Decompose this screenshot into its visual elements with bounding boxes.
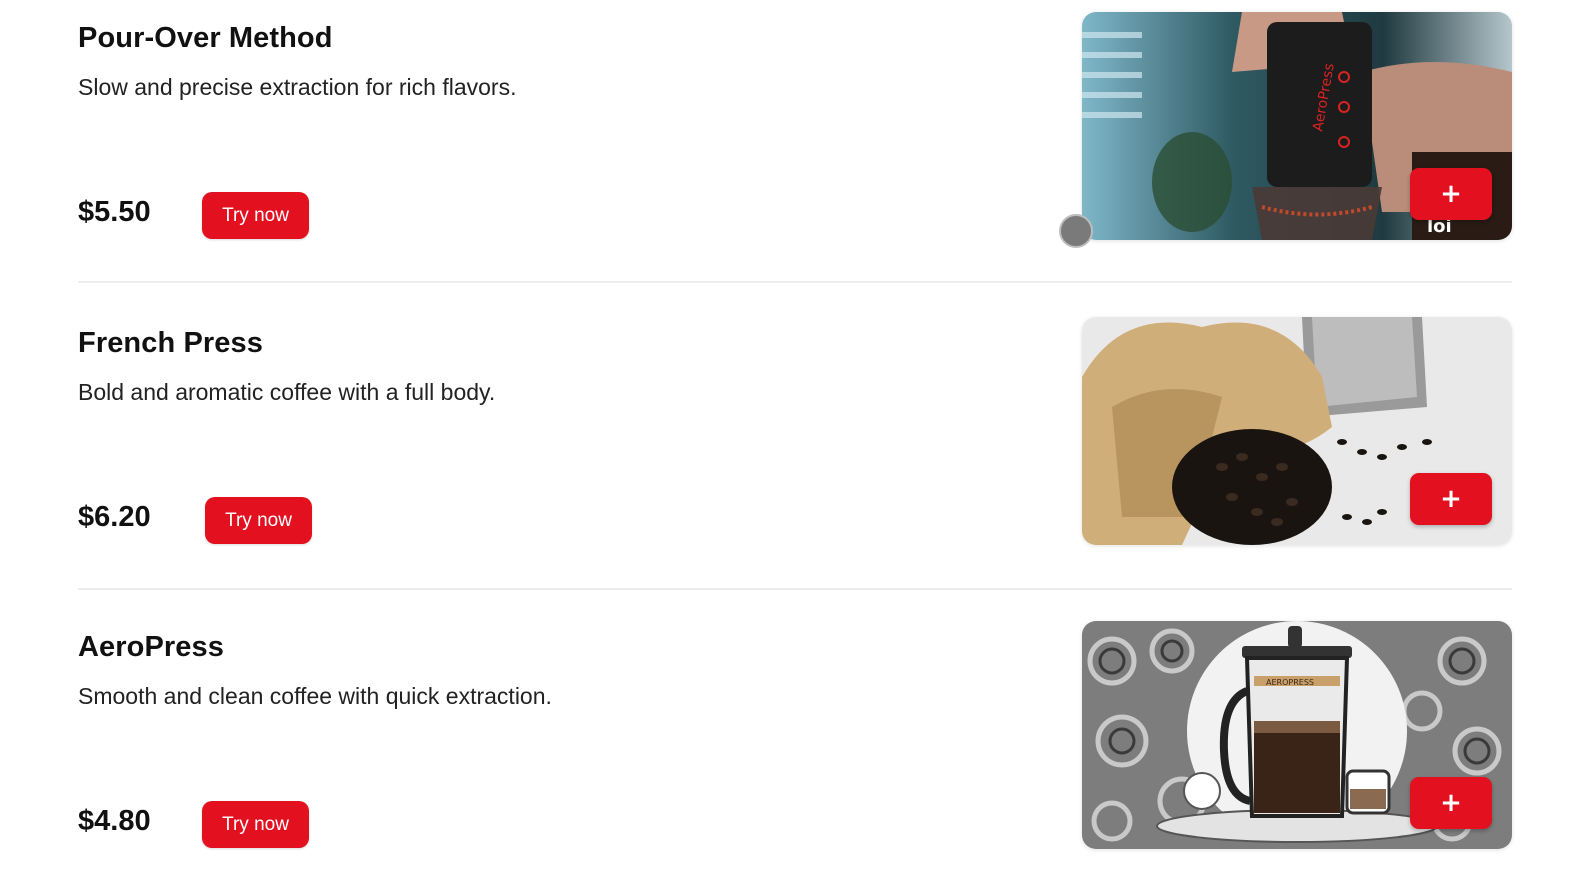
- item-description: Smooth and clean coffee with quick extra…: [78, 683, 552, 709]
- add-to-cart-button[interactable]: +: [1410, 473, 1492, 525]
- item-price: $5.50: [78, 196, 151, 228]
- menu-item: Pour-Over Method Slow and precise extrac…: [78, 12, 1512, 242]
- item-image: +: [1082, 317, 1512, 545]
- item-price: $6.20: [78, 501, 151, 533]
- svg-text:AEROPRESS: AEROPRESS: [1266, 678, 1314, 687]
- item-title: French Press: [78, 327, 263, 359]
- try-now-button[interactable]: Try now: [205, 497, 312, 544]
- item-title: Pour-Over Method: [78, 22, 333, 54]
- scroll-indicator[interactable]: [1059, 214, 1093, 248]
- divider: [78, 588, 1512, 590]
- item-description: Slow and precise extraction for rich fla…: [78, 74, 517, 100]
- add-to-cart-button[interactable]: +: [1410, 777, 1492, 829]
- divider: [78, 281, 1512, 283]
- try-now-button[interactable]: Try now: [202, 801, 309, 848]
- item-image: AeroPress loi +: [1082, 12, 1512, 240]
- add-to-cart-button[interactable]: +: [1410, 168, 1492, 220]
- item-price: $4.80: [78, 805, 151, 837]
- try-now-button[interactable]: Try now: [202, 192, 309, 239]
- coffee-menu-page: Pour-Over Method Slow and precise extrac…: [0, 0, 1591, 896]
- item-image: AEROPRESS +: [1082, 621, 1512, 849]
- item-description: Bold and aromatic coffee with a full bod…: [78, 379, 496, 405]
- item-title: AeroPress: [78, 631, 224, 663]
- menu-item: AeroPress Smooth and clean coffee with q…: [78, 621, 1512, 851]
- menu-item: French Press Bold and aromatic coffee wi…: [78, 317, 1512, 547]
